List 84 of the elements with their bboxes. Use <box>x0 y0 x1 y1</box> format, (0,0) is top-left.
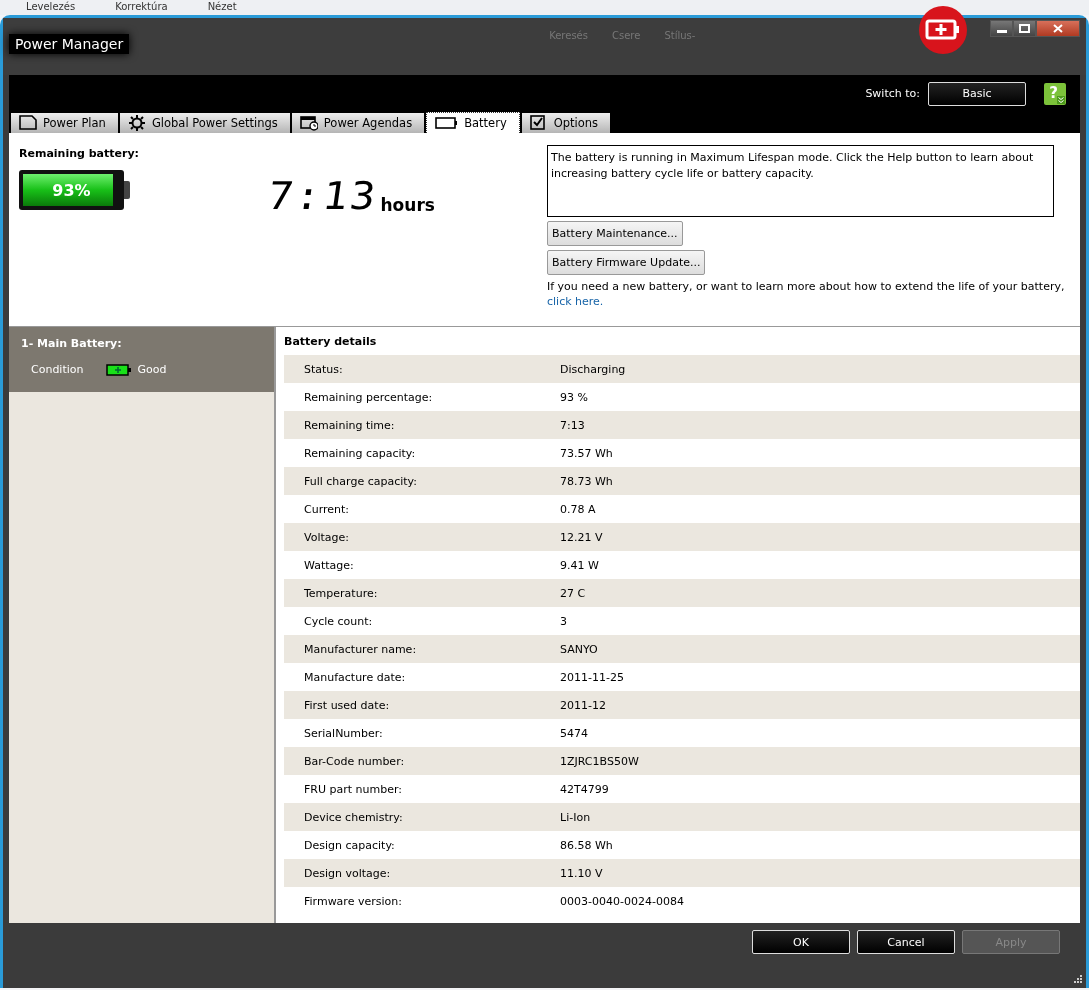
background-ribbon-command: Stílus- <box>664 30 696 41</box>
page-icon <box>19 115 37 131</box>
field-value: 2011-12 <box>560 698 606 712</box>
tab[interactable]: Options <box>521 113 611 133</box>
condition-label: Condition <box>31 363 84 376</box>
field-label: Remaining percentage: <box>304 390 434 404</box>
battery-help-note: If you need a new battery, or want to learn more about how to extend the life of your battery, click here. <box>547 279 1066 309</box>
tab[interactable]: Power Plan <box>11 113 118 133</box>
field-label: Remaining capacity: <box>304 446 417 460</box>
close-icon <box>1053 24 1063 33</box>
field-label: Manufacturer name: <box>304 642 418 656</box>
field-label: Wattage: <box>304 558 355 572</box>
battery-icon <box>435 115 459 131</box>
remaining-time-display: 7:13 <box>265 177 381 215</box>
field-value: 11.10 V <box>560 866 603 880</box>
battery-good-icon <box>105 363 132 376</box>
background-ribbon-command: Csere <box>612 30 641 41</box>
battery-name: 1- Main Battery: <box>21 337 122 350</box>
remaining-battery-label: Remaining battery: <box>19 147 140 160</box>
field-value: 12.21 V <box>560 530 603 544</box>
field-value: SANYO <box>560 642 598 656</box>
field-value: 93 % <box>560 390 588 404</box>
switch-label: Switch to: <box>865 87 920 100</box>
tab[interactable]: Power Agendas <box>291 113 425 133</box>
details-heading: Battery details <box>284 335 378 350</box>
field-value: 9.41 W <box>560 558 599 572</box>
resize-grip-icon <box>1072 974 1082 984</box>
battery-list-item[interactable]: 1- Main Battery: Condition Good <box>9 327 274 392</box>
maximize-button[interactable] <box>1013 20 1036 37</box>
calendar-clock-icon <box>299 115 318 131</box>
background-ribbon-label: Korrektúra <box>115 0 168 13</box>
field-value: 0003-0040-0024-0084 <box>560 894 684 908</box>
close-button[interactable] <box>1036 20 1080 37</box>
basic-mode-button[interactable]: Basic <box>928 81 1026 106</box>
field-value: 78.73 Wh <box>560 474 613 488</box>
field-value: 1ZJRC1BS50W <box>560 754 639 768</box>
gear-icon <box>127 115 146 131</box>
field-label: Manufacture date: <box>304 670 407 684</box>
field-label: Design capacity: <box>304 838 396 852</box>
dialog-button[interactable]: Cancel <box>857 930 955 954</box>
battery-action-button[interactable]: Battery Maintenance... <box>547 221 683 246</box>
field-value: Discharging <box>560 362 626 376</box>
battery-terminal <box>124 181 130 199</box>
background-ribbon-label: Levelezés <box>26 0 76 13</box>
field-value: 73.57 Wh <box>560 446 613 460</box>
field-value: 86.58 Wh <box>560 838 613 852</box>
tab[interactable]: Battery <box>426 112 520 133</box>
background-ribbon-label: Nézet <box>207 0 237 13</box>
field-label: FRU part number: <box>304 782 404 796</box>
field-value: 5474 <box>560 726 588 740</box>
field-label: Full charge capacity: <box>304 474 418 488</box>
maximize-icon <box>1019 24 1030 33</box>
checkbox-icon <box>529 115 548 131</box>
battery-percentage: 93% <box>51 179 92 202</box>
dialog-button[interactable]: OK <box>752 930 850 954</box>
field-label: Remaining time: <box>304 418 396 432</box>
field-value: 27 C <box>560 586 586 600</box>
double-chevron-icon <box>1057 95 1065 104</box>
field-label: Design voltage: <box>304 866 392 880</box>
click-here-link[interactable]: click here. <box>547 295 604 308</box>
field-value: 7:13 <box>560 418 585 432</box>
field-value: 3 <box>560 614 567 628</box>
field-value: 42T4799 <box>560 782 609 796</box>
field-label: SerialNumber: <box>304 726 384 740</box>
window-title: Power Manager <box>9 34 130 54</box>
field-label: Device chemistry: <box>304 810 404 824</box>
field-value: Li-Ion <box>560 810 591 824</box>
battery-plus-logo-icon <box>918 5 968 55</box>
condition-value: Good <box>137 363 167 376</box>
field-label: Firmware version: <box>304 894 403 908</box>
time-unit: hours <box>380 195 435 215</box>
battery-action-button[interactable]: Battery Firmware Update... <box>547 250 706 275</box>
field-label: Bar-Code number: <box>304 754 406 768</box>
status-message: The battery is running in Maximum Lifespan mode. Click the Help button to learn about increasing battery cycle life or battery capacity. <box>547 145 1054 217</box>
field-label: Status: <box>304 362 344 376</box>
minimize-button[interactable] <box>990 20 1013 37</box>
field-label: First used date: <box>304 698 391 712</box>
field-label: Voltage: <box>304 530 350 544</box>
tab[interactable]: Global Power Settings <box>119 113 290 133</box>
field-label: Cycle count: <box>304 614 374 628</box>
field-value: 2011-11-25 <box>560 670 624 684</box>
field-label: Temperature: <box>304 586 379 600</box>
field-label: Current: <box>304 502 351 516</box>
field-value: 0.78 A <box>560 502 596 516</box>
